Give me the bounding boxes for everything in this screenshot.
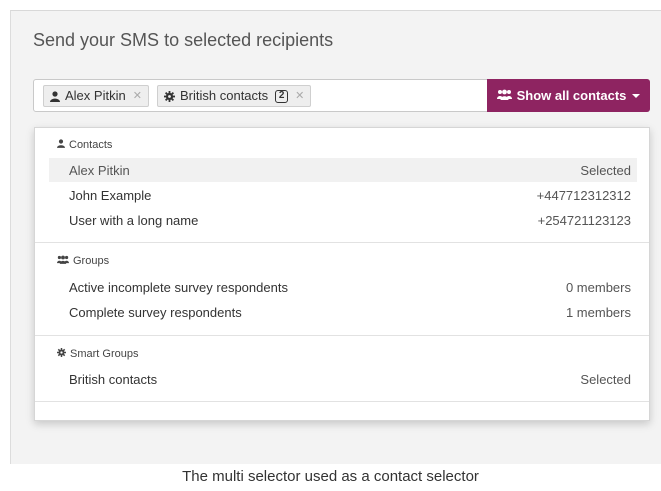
list-item[interactable]: John Example +447712312312 [49,183,637,207]
users-icon [57,255,69,267]
divider [35,335,649,336]
recipient-token-british: British contacts 2 ✕ [157,85,312,107]
list-item[interactable]: User with a long name +254721123123 [49,208,637,232]
recipient-token-alex: Alex Pitkin ✕ [43,85,149,107]
users-icon [496,88,512,103]
list-item[interactable]: Alex Pitkin Selected [49,158,637,182]
show-all-contacts-button[interactable]: Show all contacts [487,79,650,112]
list-item[interactable]: British contacts Selected [49,367,637,391]
group-title-groups: Groups [57,255,109,267]
group-title-contacts: Contacts [57,139,112,151]
page-title: Send your SMS to selected recipients [33,30,334,50]
token-label: Alex Pitkin [65,88,126,103]
remove-token-icon[interactable]: ✕ [295,86,304,106]
divider [35,242,649,243]
user-icon [57,139,65,151]
gear-icon [57,348,66,360]
list-item[interactable]: Complete survey respondents 1 members [49,300,637,324]
group-title-smart-groups: Smart Groups [57,348,138,360]
gear-icon [164,90,175,102]
token-label: British contacts [180,88,269,103]
divider [35,401,649,402]
remove-token-icon[interactable]: ✕ [133,86,142,106]
recipient-selector[interactable]: Alex Pitkin ✕ British contacts 2 ✕ Show … [33,79,650,112]
show-all-label: Show all contacts [516,88,627,103]
caret-down-icon [632,93,641,98]
list-item[interactable]: Active incomplete survey respondents 0 me… [49,275,637,299]
contact-dropdown: Contacts Alex Pitkin Selected John Exampl… [34,127,650,421]
count-badge: 2 [275,89,289,103]
user-icon [50,90,60,102]
caption: The multi selector used as a contact sel… [182,468,479,485]
